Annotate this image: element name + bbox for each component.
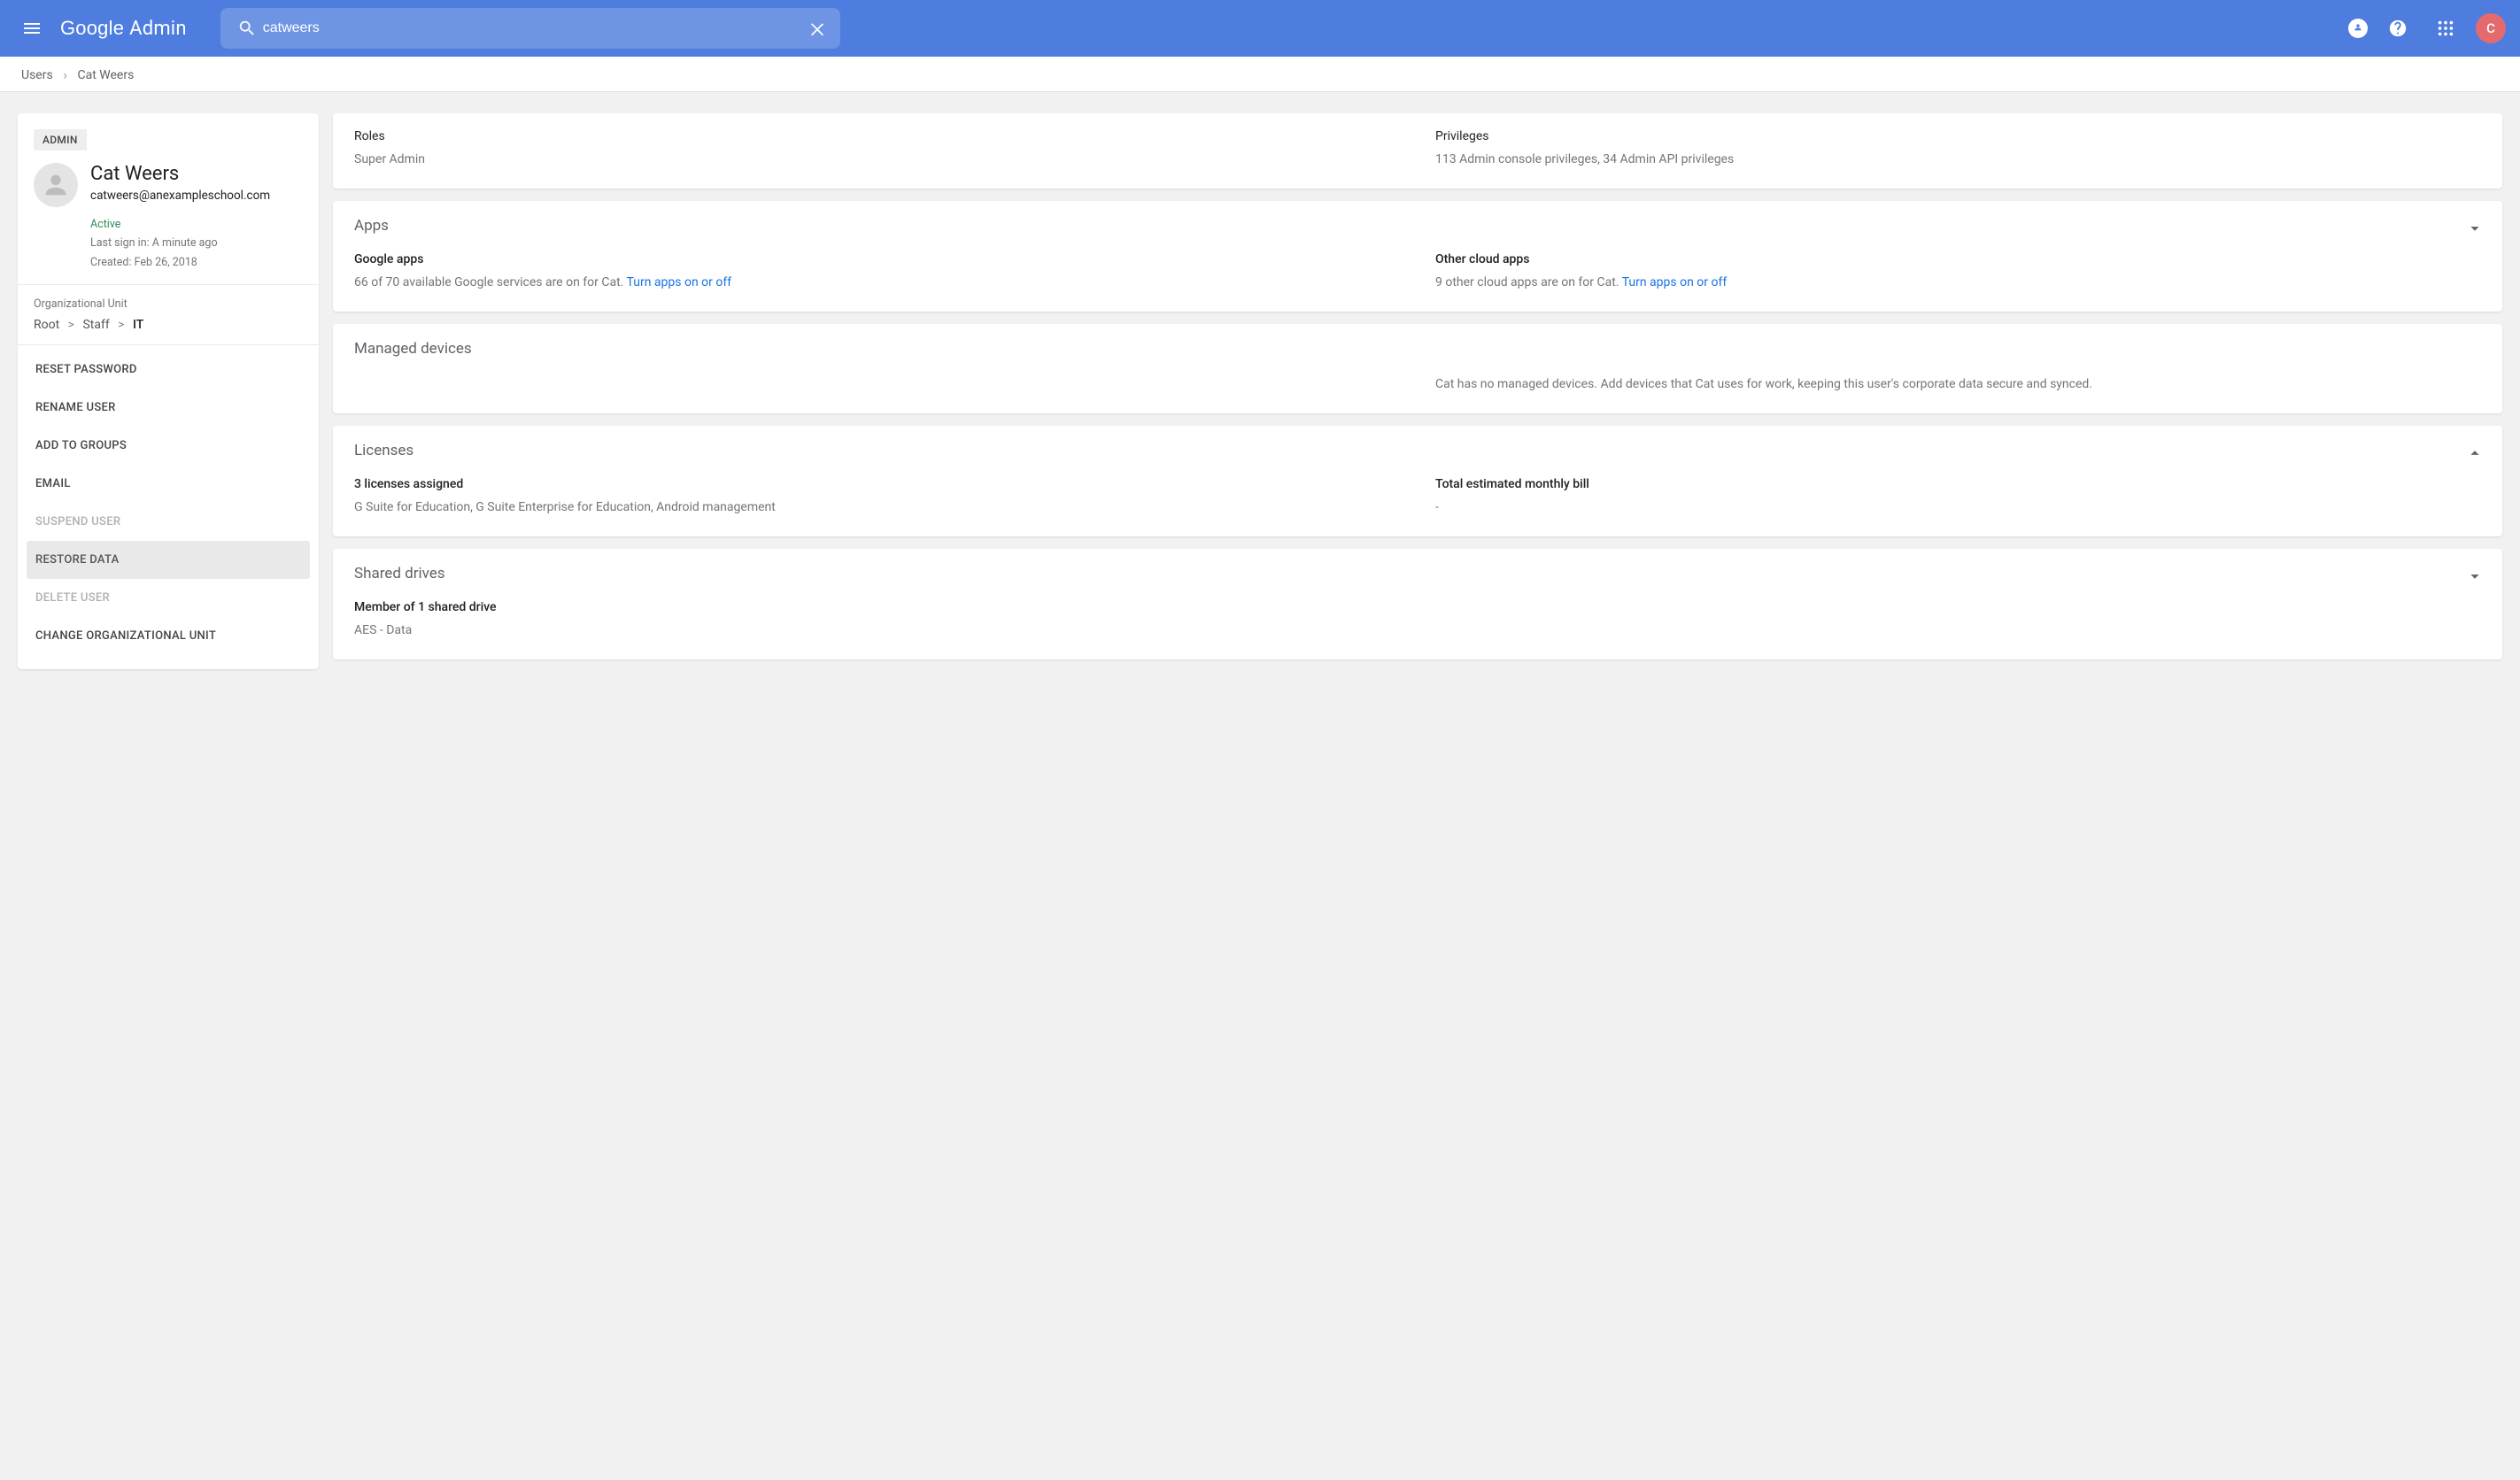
- licenses-card[interactable]: Licenses 3 licenses assigned G Suite for…: [333, 426, 2502, 536]
- other-apps-label: Other cloud apps: [1435, 252, 2481, 266]
- ou-leaf: IT: [133, 318, 143, 332]
- search-icon: [231, 19, 263, 38]
- google-apps-desc: 66 of 70 available Google services are o…: [354, 275, 623, 289]
- help-icon: [2388, 19, 2408, 38]
- insights-badge-icon[interactable]: [2348, 19, 2368, 38]
- suspend-user-button: SUSPEND USER: [27, 503, 310, 541]
- collapse-licenses-button[interactable]: [2465, 443, 2485, 466]
- change-ou-button[interactable]: CHANGE ORGANIZATIONAL UNIT: [27, 617, 310, 655]
- roles-label: Roles: [354, 129, 1400, 143]
- chevron-down-icon: [2465, 219, 2485, 238]
- help-button[interactable]: [2380, 11, 2416, 46]
- close-icon: [808, 19, 827, 38]
- apps-grid-icon: [2436, 19, 2455, 38]
- header-icons: C: [2348, 11, 2506, 46]
- google-apps-label: Google apps: [354, 252, 1400, 266]
- status-badge: Active: [90, 215, 270, 234]
- chevron-right-icon: ›: [63, 66, 67, 83]
- ou-root: Root: [34, 318, 59, 332]
- reset-password-button[interactable]: RESET PASSWORD: [27, 351, 310, 389]
- user-summary-card: ADMIN Cat Weers catweers@anexampleschool…: [18, 113, 319, 669]
- restore-data-button[interactable]: RESTORE DATA: [27, 541, 310, 579]
- user-action-list: RESET PASSWORD RENAME USER ADD TO GROUPS…: [18, 344, 319, 660]
- devices-title: Managed devices: [354, 340, 2481, 358]
- last-signin: Last sign in: A minute ago: [90, 234, 270, 252]
- devices-text: Cat has no managed devices. Add devices …: [1435, 375, 2481, 394]
- search-input[interactable]: [263, 20, 801, 36]
- shared-drives-title: Shared drives: [354, 565, 2481, 582]
- main-column: Roles Super Admin Privileges 113 Admin c…: [333, 113, 2502, 659]
- bill-value: -: [1435, 498, 2481, 517]
- roles-card[interactable]: Roles Super Admin Privileges 113 Admin c…: [333, 113, 2502, 189]
- breadcrumb: Users › Cat Weers: [0, 57, 2520, 92]
- licenses-list: G Suite for Education, G Suite Enterpris…: [354, 498, 1400, 517]
- google-apps-text: 66 of 70 available Google services are o…: [354, 274, 1400, 292]
- shared-drive-member-label: Member of 1 shared drive: [354, 600, 2481, 614]
- chevron-right-icon: >: [118, 318, 124, 332]
- person-icon: [41, 170, 71, 200]
- email-button[interactable]: EMAIL: [27, 465, 310, 503]
- app-header: Google Admin C: [0, 0, 2520, 57]
- shared-drives-card[interactable]: Shared drives Member of 1 shared drive A…: [333, 549, 2502, 659]
- licenses-count-label: 3 licenses assigned: [354, 477, 1400, 491]
- user-email: catweers@anexampleschool.com: [90, 189, 270, 203]
- chevron-down-icon: [2465, 567, 2485, 586]
- user-name: Cat Weers: [90, 163, 270, 185]
- logo[interactable]: Google Admin: [60, 17, 187, 40]
- search-box[interactable]: [220, 8, 840, 49]
- profile-info: Cat Weers catweers@anexampleschool.com A…: [90, 163, 270, 272]
- expand-drives-button[interactable]: [2465, 567, 2485, 590]
- ou-staff: Staff: [82, 318, 109, 332]
- user-meta: Active Last sign in: A minute ago Create…: [90, 215, 270, 272]
- avatar-initial: C: [2486, 20, 2495, 36]
- shared-drive-member-text: AES - Data: [354, 621, 2481, 640]
- licenses-title: Licenses: [354, 442, 2481, 459]
- logo-admin: Admin: [129, 18, 187, 40]
- main-menu-button[interactable]: [11, 7, 53, 50]
- profile-photo[interactable]: [34, 163, 78, 207]
- breadcrumb-current: Cat Weers: [77, 68, 134, 82]
- rename-user-button[interactable]: RENAME USER: [27, 389, 310, 427]
- devices-card[interactable]: Managed devices Cat has no managed devic…: [333, 324, 2502, 413]
- add-to-groups-button[interactable]: ADD TO GROUPS: [27, 427, 310, 465]
- created-date: Created: Feb 26, 2018: [90, 253, 270, 272]
- bill-label: Total estimated monthly bill: [1435, 477, 2481, 491]
- expand-apps-button[interactable]: [2465, 219, 2485, 242]
- privileges-value: 113 Admin console privileges, 34 Admin A…: [1435, 150, 2481, 169]
- chevron-up-icon: [2465, 443, 2485, 463]
- admin-badge: ADMIN: [34, 129, 87, 150]
- org-unit-path[interactable]: Root > Staff > IT: [34, 318, 303, 332]
- apps-card[interactable]: Apps Google apps 66 of 70 available Goog…: [333, 201, 2502, 312]
- breadcrumb-root[interactable]: Users: [21, 68, 53, 82]
- chevron-right-icon: >: [68, 318, 74, 332]
- page-body: ADMIN Cat Weers catweers@anexampleschool…: [0, 92, 2520, 705]
- roles-value: Super Admin: [354, 150, 1400, 169]
- org-unit-section: Organizational Unit Root > Staff > IT: [18, 284, 319, 344]
- apps-launcher-button[interactable]: [2428, 11, 2463, 46]
- privileges-label: Privileges: [1435, 129, 2481, 143]
- delete-user-button: DELETE USER: [27, 579, 310, 617]
- google-apps-toggle-link[interactable]: Turn apps on or off: [627, 275, 732, 289]
- other-apps-toggle-link[interactable]: Turn apps on or off: [1622, 275, 1728, 289]
- account-avatar[interactable]: C: [2476, 13, 2506, 43]
- hamburger-icon: [21, 18, 43, 39]
- clear-search-button[interactable]: [801, 19, 833, 38]
- other-apps-desc: 9 other cloud apps are on for Cat.: [1435, 275, 1619, 289]
- other-apps-text: 9 other cloud apps are on for Cat. Turn …: [1435, 274, 2481, 292]
- apps-title: Apps: [354, 217, 2481, 235]
- logo-google: Google: [60, 17, 124, 40]
- org-unit-label: Organizational Unit: [34, 297, 303, 311]
